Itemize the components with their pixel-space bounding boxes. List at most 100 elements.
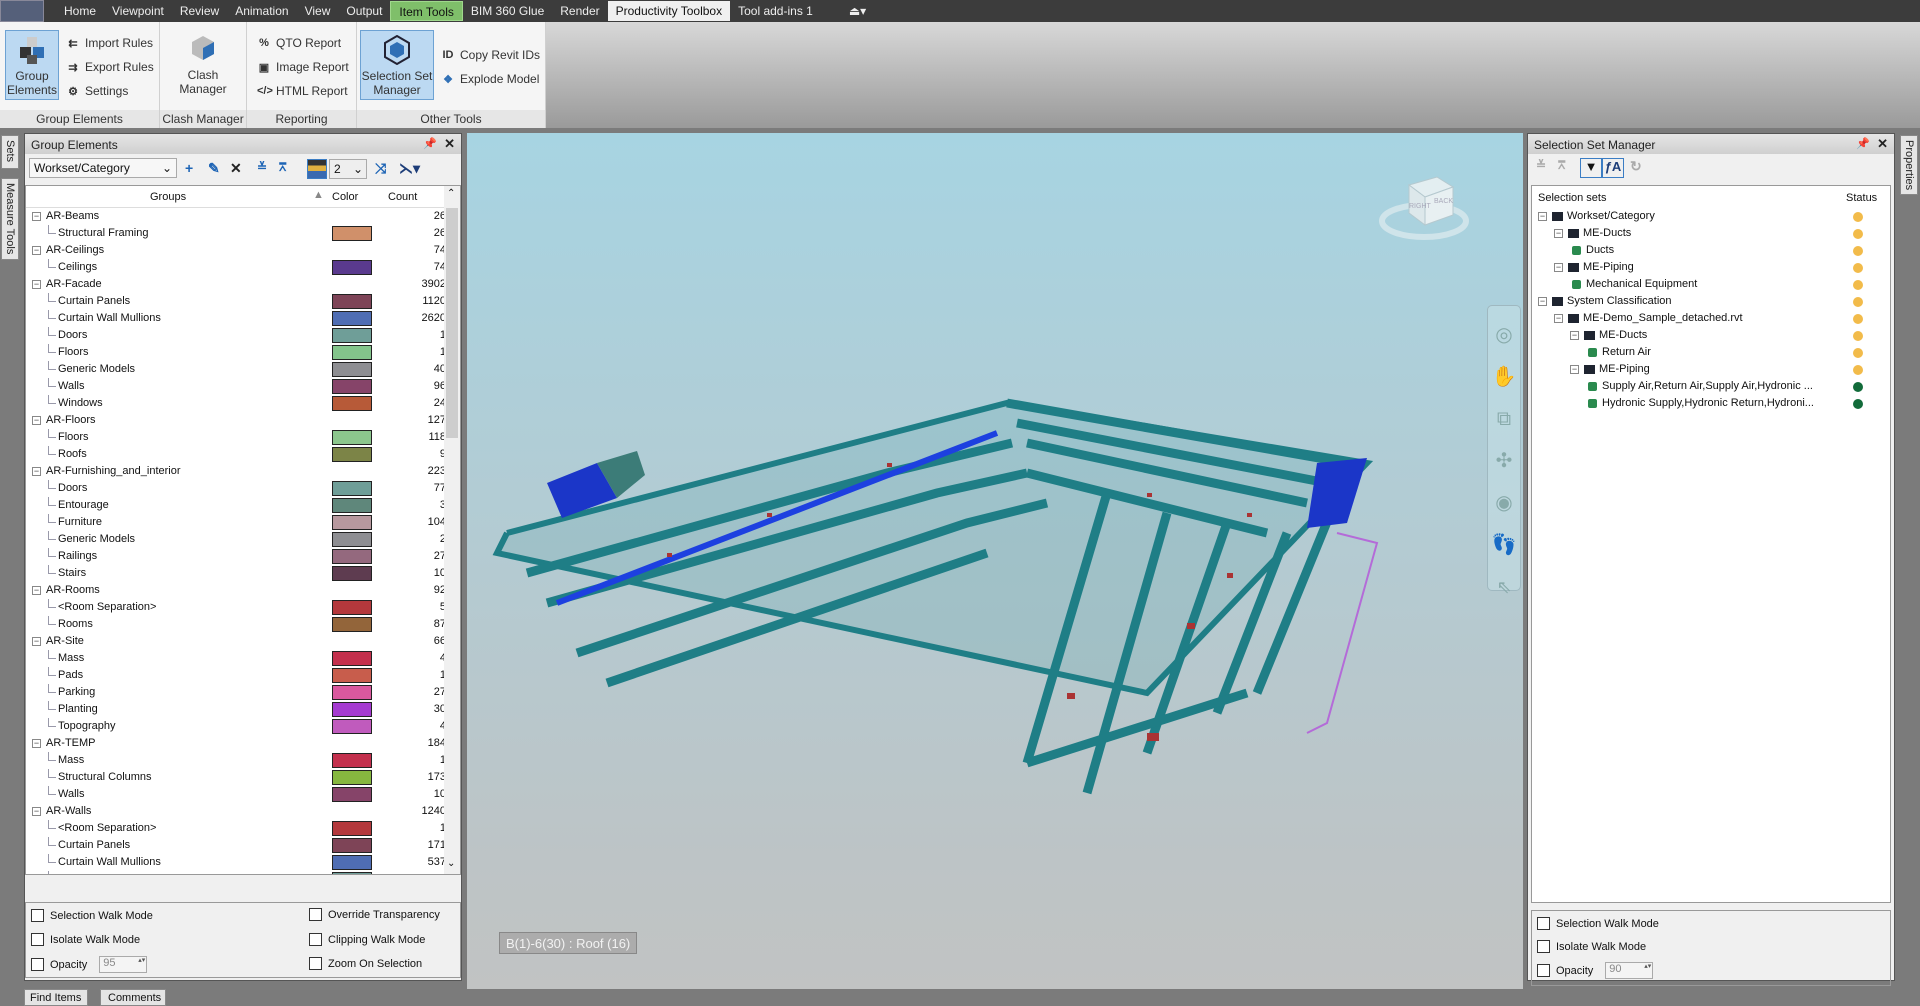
category-row[interactable]: Walls 96: [26, 378, 444, 395]
group-row[interactable]: −AR-Furnishing_and_interior 223: [26, 463, 444, 480]
color-swatch[interactable]: [332, 396, 372, 411]
import-rules-button[interactable]: ⇇ Import Rules: [66, 34, 153, 52]
group-row[interactable]: −AR-Beams 26: [26, 208, 444, 225]
category-row[interactable]: Curtain Panels 171: [26, 837, 444, 854]
group-row[interactable]: − AR-Facade 3902: [26, 276, 444, 293]
category-row[interactable]: Floors 1: [26, 344, 444, 361]
group-row[interactable]: −AR-Rooms 92: [26, 582, 444, 599]
apply-dropdown-icon[interactable]: ⋋▾: [399, 160, 420, 177]
color-swatch[interactable]: [332, 515, 372, 530]
filter-icon[interactable]: ▼: [1580, 158, 1602, 178]
color-swatch[interactable]: [332, 668, 372, 683]
expand-all-icon[interactable]: ≚: [1536, 158, 1546, 172]
ribbon-tab-view[interactable]: View: [297, 1, 339, 21]
collapse-all-icon[interactable]: ⩞: [279, 160, 286, 175]
ribbon-tab-render[interactable]: Render: [552, 1, 607, 21]
category-row[interactable]: Walls 10: [26, 786, 444, 803]
category-row[interactable]: Floors 118: [26, 429, 444, 446]
color-column-header[interactable]: Color: [332, 191, 358, 203]
color-swatch[interactable]: [332, 345, 372, 360]
color-mode-toggle[interactable]: [307, 159, 327, 179]
vertical-scrollbar[interactable]: ⌃ ⌄: [444, 186, 460, 874]
color-swatch[interactable]: [332, 294, 372, 309]
copy-revit-ids-button[interactable]: ID Copy Revit IDs: [441, 46, 541, 64]
collapse-icon[interactable]: −: [1538, 297, 1547, 306]
level-dropdown[interactable]: 2 ⌄: [329, 159, 367, 179]
color-swatch[interactable]: [332, 379, 372, 394]
category-row[interactable]: Topography 4: [26, 718, 444, 735]
group-elements-button[interactable]: Group Elements: [5, 30, 59, 100]
color-swatch[interactable]: [332, 532, 372, 547]
app-menu-button[interactable]: [0, 0, 44, 22]
category-row[interactable]: Structural Framing 26: [26, 225, 444, 242]
collapse-icon[interactable]: −: [1554, 314, 1563, 323]
scroll-down-icon[interactable]: ⌄: [447, 858, 455, 869]
close-icon[interactable]: ✕: [1877, 136, 1888, 152]
category-row[interactable]: Pads 1: [26, 667, 444, 684]
pin-icon[interactable]: 📌: [423, 137, 437, 150]
color-swatch[interactable]: [332, 447, 372, 462]
zoom-on-selection-checkbox[interactable]: Zoom On Selection: [309, 957, 422, 970]
color-swatch[interactable]: [332, 838, 372, 853]
status-column-header[interactable]: Status: [1846, 192, 1877, 204]
override-transparency-checkbox[interactable]: Override Transparency: [309, 908, 440, 921]
close-icon[interactable]: ✕: [444, 136, 455, 152]
category-row[interactable]: Mass 4: [26, 650, 444, 667]
isolate-walk-mode-checkbox[interactable]: Isolate Walk Mode: [31, 933, 140, 946]
collapse-icon[interactable]: −: [1554, 263, 1563, 272]
category-row[interactable]: Doors 77: [26, 480, 444, 497]
category-row[interactable]: <Room Separation> 1: [26, 820, 444, 837]
opacity-spinner[interactable]: 95: [99, 956, 148, 973]
collapse-icon[interactable]: −: [32, 739, 41, 748]
color-swatch[interactable]: [332, 328, 372, 343]
group-row[interactable]: −AR-Site 66: [26, 633, 444, 650]
grouping-dropdown[interactable]: Workset/Category ⌄: [29, 158, 177, 178]
quick-access-dropdown-icon[interactable]: ⏏▾: [841, 1, 874, 21]
category-row[interactable]: Doors 17: [26, 871, 444, 874]
collapse-icon[interactable]: −: [32, 467, 41, 476]
selection-folder-row[interactable]: − ME-Ducts: [1532, 225, 1890, 242]
selection-set-row[interactable]: Ducts: [1532, 242, 1890, 259]
collapse-icon[interactable]: −: [32, 280, 41, 289]
qto-report-button[interactable]: % QTO Report: [257, 34, 341, 52]
select-arrow-icon[interactable]: ⇖: [1488, 566, 1520, 608]
ribbon-tab-viewpoint[interactable]: Viewpoint: [104, 1, 172, 21]
collapse-icon[interactable]: −: [32, 637, 41, 646]
add-icon[interactable]: +: [185, 160, 193, 176]
clipping-walk-mode-checkbox[interactable]: Clipping Walk Mode: [309, 933, 425, 946]
look-around-icon[interactable]: ◉: [1488, 482, 1520, 524]
color-swatch[interactable]: [332, 702, 372, 717]
viewcube[interactable]: RIGHT BACK: [1379, 173, 1469, 243]
selection-folder-row[interactable]: − Workset/Category: [1532, 208, 1890, 225]
collapse-icon[interactable]: −: [1554, 229, 1563, 238]
comments-tab[interactable]: Comments: [100, 989, 166, 1006]
category-row[interactable]: Curtain Panels 1120: [26, 293, 444, 310]
find-items-tab[interactable]: Find Items: [24, 989, 88, 1006]
category-row[interactable]: Stairs 10: [26, 565, 444, 582]
count-column-header[interactable]: Count: [388, 191, 417, 203]
ribbon-tab-output[interactable]: Output: [338, 1, 390, 21]
category-row[interactable]: Curtain Wall Mullions 2620: [26, 310, 444, 327]
color-swatch[interactable]: [332, 787, 372, 802]
group-row[interactable]: −AR-Floors 127: [26, 412, 444, 429]
selection-set-row[interactable]: Hydronic Supply,Hydronic Return,Hydroni.…: [1532, 395, 1890, 412]
3d-viewport[interactable]: RIGHT BACK ◎ ✋ ⧉ ✣ ◉ 👣 ⇖ B(1)-6(30) : Ro…: [467, 133, 1523, 989]
selection-folder-row[interactable]: − ME-Piping: [1532, 259, 1890, 276]
selection-folder-row[interactable]: − ME-Piping: [1532, 361, 1890, 378]
color-swatch[interactable]: [332, 855, 372, 870]
sets-side-tab[interactable]: Sets: [1, 135, 19, 169]
group-row[interactable]: −AR-Ceilings 74: [26, 242, 444, 259]
ribbon-tab-animation[interactable]: Animation: [227, 1, 296, 21]
delete-icon[interactable]: ✕: [230, 160, 242, 177]
color-swatch[interactable]: [332, 685, 372, 700]
color-swatch[interactable]: [332, 770, 372, 785]
zoom-window-icon[interactable]: ⧉: [1488, 398, 1520, 440]
ribbon-tab-productivity-toolbox[interactable]: Productivity Toolbox: [607, 1, 731, 21]
collapse-icon[interactable]: −: [1538, 212, 1547, 221]
collapse-icon[interactable]: −: [32, 416, 41, 425]
clash-manager-button[interactable]: Clash Manager: [170, 30, 236, 100]
category-row[interactable]: Roofs 9: [26, 446, 444, 463]
color-swatch[interactable]: [332, 226, 372, 241]
collapse-all-icon[interactable]: ⩞: [1558, 158, 1565, 173]
ribbon-tab-review[interactable]: Review: [172, 1, 227, 21]
